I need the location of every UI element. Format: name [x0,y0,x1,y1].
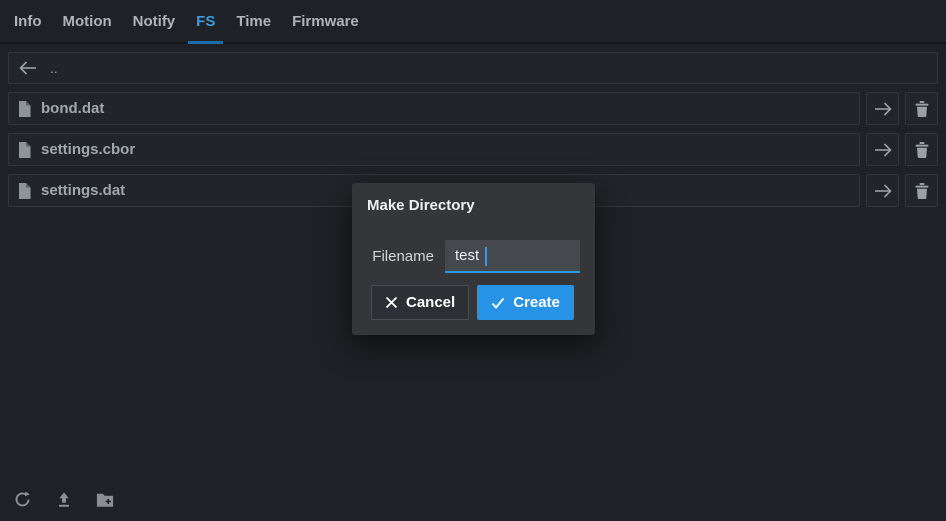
open-file-button[interactable] [866,133,899,166]
file-entry-bond-dat[interactable]: bond.dat [8,92,860,125]
fs-toolbar [13,490,114,509]
delete-file-button[interactable] [905,92,938,125]
check-icon [491,297,505,309]
make-directory-button[interactable] [96,490,114,509]
dialog-buttons: Cancel Create [367,285,580,320]
arrow-left-icon [19,61,37,75]
tab-bar: Info Motion Notify FS Time Firmware [0,0,946,44]
arrow-right-icon [874,184,892,198]
parent-directory-label: .. [50,60,58,76]
file-name: settings.dat [41,182,125,199]
filename-input-wrap [445,240,580,273]
upload-button[interactable] [55,490,73,509]
open-file-button[interactable] [866,92,899,125]
open-file-button[interactable] [866,174,899,207]
file-row: settings.cbor [8,133,938,166]
refresh-icon [13,490,32,509]
fs-page: { "tab_bar": { "tabs": [ { "label": "Inf… [0,0,946,521]
make-directory-dialog: Make Directory Filename Cancel Create [352,183,595,335]
cancel-button-label: Cancel [406,294,455,311]
file-name: settings.cbor [41,141,135,158]
filename-form-row: Filename [367,240,580,273]
create-button-label: Create [513,294,560,311]
file-icon [18,101,31,117]
file-row: bond.dat [8,92,938,125]
delete-file-button[interactable] [905,174,938,207]
trash-icon [915,142,929,158]
tab-info[interactable]: Info [6,0,50,42]
tab-notify[interactable]: Notify [125,0,184,42]
dialog-title: Make Directory [367,197,580,214]
cancel-button[interactable]: Cancel [371,285,469,320]
text-caret [485,247,487,266]
trash-icon [915,183,929,199]
tab-time[interactable]: Time [228,0,279,42]
delete-file-button[interactable] [905,133,938,166]
create-button[interactable]: Create [477,285,574,320]
arrow-right-icon [874,143,892,157]
file-icon [18,183,31,199]
upload-icon [55,491,73,509]
filename-input[interactable] [445,240,580,273]
file-icon [18,142,31,158]
x-icon [385,296,398,309]
file-name: bond.dat [41,100,104,117]
refresh-button[interactable] [13,490,32,509]
filename-label: Filename [367,248,445,265]
tab-motion[interactable]: Motion [55,0,120,42]
file-entry-settings-cbor[interactable]: settings.cbor [8,133,860,166]
tab-firmware[interactable]: Firmware [284,0,367,42]
tab-fs[interactable]: FS [188,0,223,42]
folder-plus-icon [96,492,114,508]
arrow-right-icon [874,102,892,116]
parent-directory-row[interactable]: .. [8,52,938,84]
trash-icon [915,101,929,117]
